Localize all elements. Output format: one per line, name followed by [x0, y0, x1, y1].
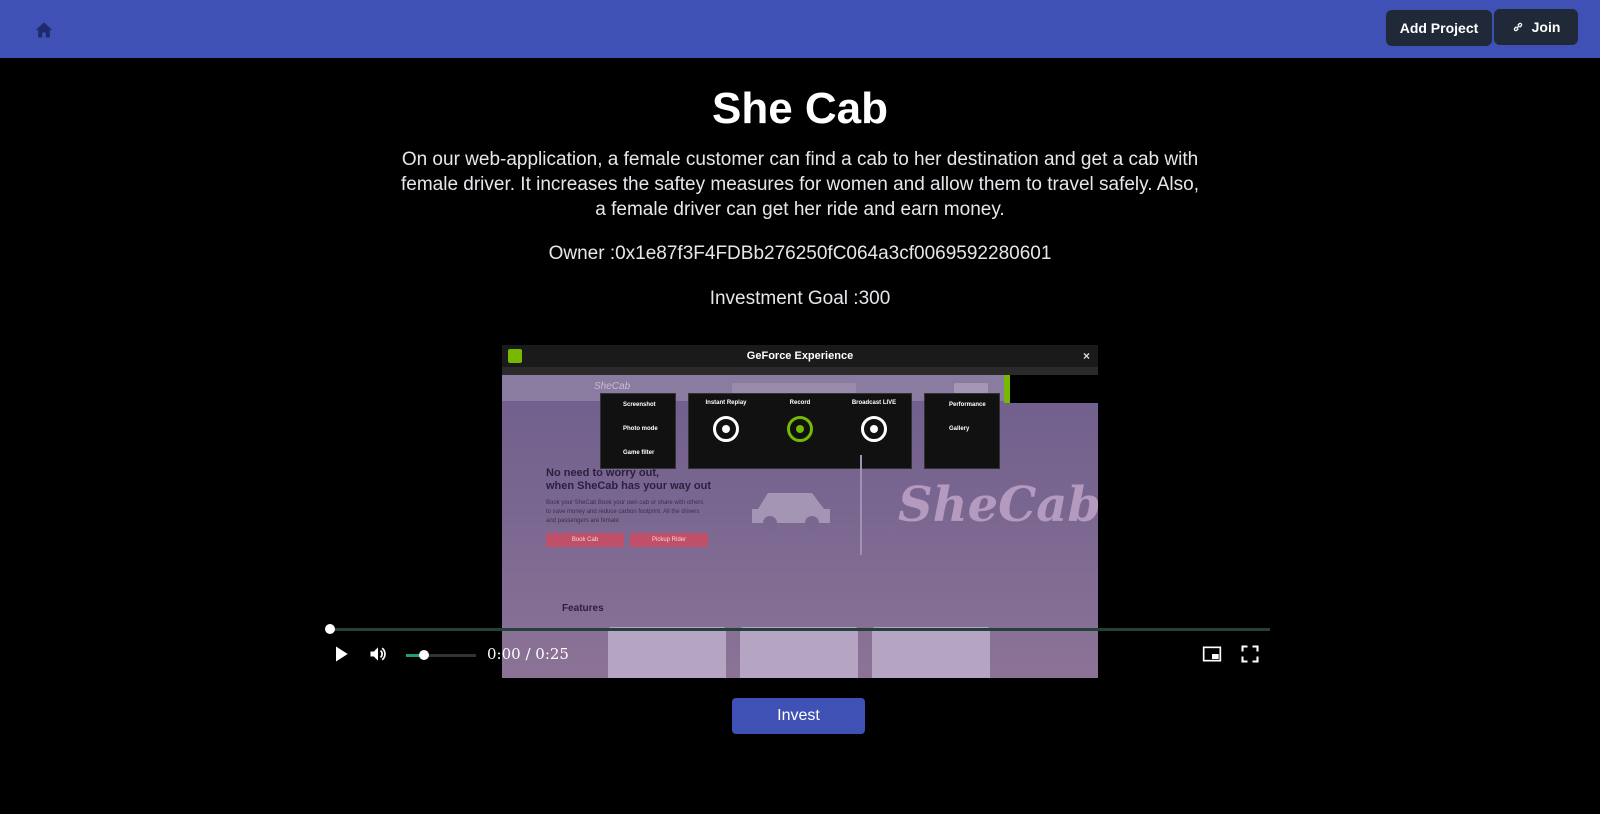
- features-heading: Features: [562, 603, 604, 614]
- overlay-record: Record: [789, 400, 811, 406]
- feature-card: [872, 627, 990, 678]
- fullscreen-icon: [1241, 645, 1259, 663]
- promo-title-line-1: No need to worry out,: [546, 467, 660, 479]
- promo-book-cab: Book Cab: [546, 533, 624, 547]
- project-owner: Owner :0x1e87f3F4FDBb276250fC064a3cf0069…: [548, 243, 1052, 264]
- feature-card: [740, 627, 858, 678]
- video-time: 0:00 / 0:25: [487, 645, 569, 663]
- frame-divider: [860, 455, 862, 555]
- overlay-photo-mode: Photo mode: [623, 426, 658, 432]
- promo-pickup-rider: Pickup Rider: [630, 533, 708, 547]
- overlay-black-box: [1010, 375, 1098, 403]
- play-button[interactable]: [330, 643, 352, 665]
- mute-button[interactable]: [367, 643, 389, 665]
- join-label: Join: [1531, 19, 1561, 35]
- overlay-screenshot: Screenshot: [623, 402, 656, 408]
- volume-slider-knob[interactable]: [418, 650, 429, 660]
- volume-slider[interactable]: [406, 650, 476, 660]
- instant-replay-icon: [713, 416, 739, 442]
- geforce-title: GeForce Experience: [746, 350, 854, 362]
- fullscreen-button[interactable]: [1239, 643, 1261, 665]
- browser-tabs-strip: [502, 367, 1098, 375]
- overlay-broadcast: Broadcast LIVE: [851, 400, 897, 406]
- picture-in-picture-icon: [1202, 646, 1222, 662]
- overlay-performance: Performance: [949, 402, 986, 408]
- overlay-instant-replay: Instant Replay: [705, 400, 747, 406]
- add-project-button[interactable]: Add Project: [1386, 10, 1492, 46]
- nvidia-logo-icon: [508, 349, 522, 363]
- overlay-record-panel: Instant Replay Record Broadcast LIVE: [688, 393, 912, 469]
- project-description: On our web-application, a female custome…: [400, 149, 1199, 220]
- promo-title-line-2: when SheCab has your way out: [546, 480, 712, 492]
- link-icon: [1513, 22, 1522, 32]
- project-title: She Cab: [711, 84, 889, 133]
- picture-in-picture-button[interactable]: [1201, 643, 1223, 665]
- promo-text: Book your SheCab Book your own cab or sh…: [546, 500, 704, 524]
- feature-card: [608, 627, 726, 678]
- overlay-side-panel: Performance Gallery: [924, 393, 1000, 469]
- broadcast-icon: [861, 416, 887, 442]
- join-button[interactable]: Join: [1494, 9, 1578, 45]
- promo-title: No need to worry out, when SheCab has yo…: [546, 467, 711, 493]
- volume-icon: [370, 647, 386, 661]
- geforce-close-icon: ×: [1082, 349, 1090, 363]
- video-player[interactable]: GeForce Experience × SheCab Screenshot P…: [325, 345, 1270, 678]
- site-logo: SheCab: [594, 381, 631, 392]
- car-icon: [752, 493, 830, 530]
- top-navbar: Add Project Join: [0, 0, 1600, 58]
- investment-goal: Investment Goal :300: [709, 288, 891, 309]
- home-icon-glyph: [35, 22, 53, 38]
- overlay-capture-panel: Screenshot Photo mode Game filter: [600, 393, 676, 469]
- play-icon: [336, 646, 348, 662]
- record-icon: [787, 416, 813, 442]
- overlay-game-filter: Game filter: [623, 450, 655, 456]
- video-progress-knob[interactable]: [325, 624, 335, 634]
- shecab-brand-logo: SheCab: [898, 477, 1098, 533]
- invest-button[interactable]: Invest: [732, 698, 865, 734]
- video-progress-bar[interactable]: [325, 624, 1270, 634]
- overlay-gallery: Gallery: [949, 426, 970, 432]
- home-icon[interactable]: [32, 18, 56, 42]
- geforce-titlebar: GeForce Experience ×: [502, 345, 1098, 367]
